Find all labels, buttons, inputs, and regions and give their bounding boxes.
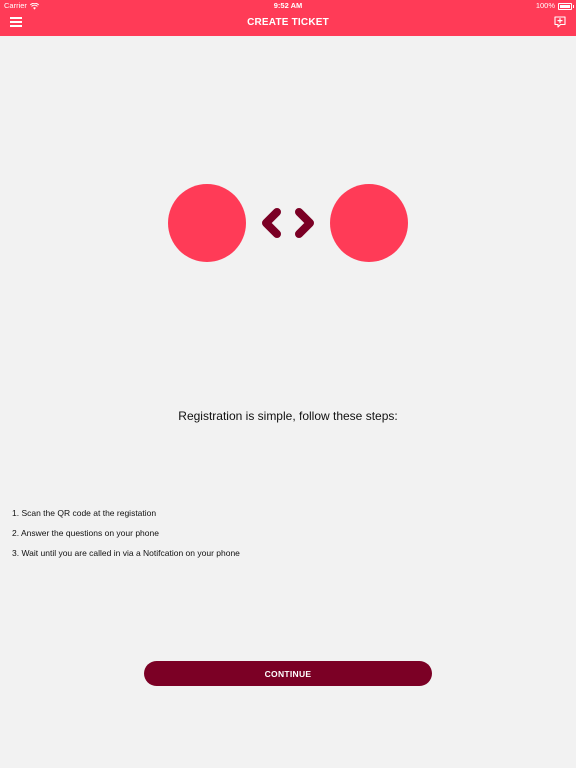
new-ticket-icon[interactable] (554, 16, 566, 28)
logo-right-circle (330, 184, 408, 262)
app-logo (168, 184, 408, 262)
registration-steps-list: 1. Scan the QR code at the registation 2… (12, 508, 240, 568)
page-title: CREATE TICKET (247, 17, 329, 28)
logo-left-circle (168, 184, 246, 262)
battery-icon (558, 2, 574, 10)
step-item: 3. Wait until you are called in via a No… (12, 548, 240, 558)
step-item: 2. Answer the questions on your phone (12, 528, 159, 538)
continue-button[interactable]: CONTINUE (144, 661, 432, 686)
status-bar: Carrier 9:52 AM 100% (0, 0, 576, 12)
app-header: Carrier 9:52 AM 100% CREATE TICKET (0, 0, 576, 36)
battery-percentage: 100% (535, 1, 555, 10)
status-time: 9:52 AM (273, 1, 303, 10)
status-battery: 100% (535, 0, 574, 12)
logo-chevron-left-icon (262, 208, 281, 238)
step-item: 1. Scan the QR code at the registation (12, 508, 157, 518)
registration-intro-text: Registration is simple, follow these ste… (178, 409, 398, 423)
logo-chevron-right-icon (295, 208, 314, 238)
